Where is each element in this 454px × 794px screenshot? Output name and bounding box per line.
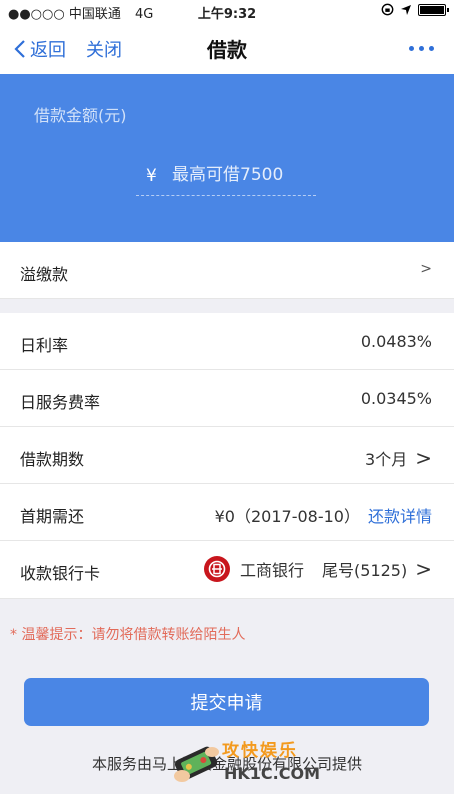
status-icons (381, 3, 449, 16)
term-value: 3个月 (365, 450, 408, 469)
amount-label: 借款金额(元) (34, 106, 127, 125)
more-dot (419, 46, 424, 51)
bank-name: 工商银行 (240, 561, 305, 580)
service-rate-value: 0.0345% (360, 389, 432, 408)
more-dot (429, 46, 434, 51)
bank-card-label: 收款银行卡 (20, 564, 101, 583)
first-repay-label: 首期需还 (20, 507, 85, 526)
page-title: 借款 (207, 38, 247, 62)
amount-input[interactable] (172, 160, 312, 190)
status-bar: ●●○○○ 中国联通 4G 上午9:32 (0, 0, 454, 22)
warm-tip: * 温馨提示：请勿将借款转账给陌生人 (10, 627, 246, 643)
daily-rate-value: 0.0483% (360, 332, 432, 351)
close-button[interactable]: 关闭 (86, 36, 122, 62)
daily-rate-label: 日利率 (20, 336, 69, 355)
icbc-logo-icon (204, 556, 230, 582)
nav-bar: 返回 关闭 借款 (0, 22, 454, 74)
location-icon (401, 4, 411, 15)
card-tail: 尾号(5125) (322, 561, 408, 580)
first-repay-value: ¥0（2017-08-10） (214, 507, 360, 526)
row-first-repay: 首期需还 ¥0（2017-08-10） 还款详情 (0, 484, 454, 541)
overpay-label: 溢缴款 (20, 265, 69, 284)
row-service-rate: 日服务费率 0.0345% (0, 370, 454, 427)
yen-symbol: ¥ (146, 166, 157, 186)
row-term[interactable]: 借款期数 3个月 > (0, 427, 454, 484)
chevron-right-icon: > (420, 261, 432, 277)
chevron-right-icon: > (415, 446, 432, 470)
more-menu-icon[interactable] (409, 46, 434, 51)
repay-details-link[interactable]: 还款详情 (368, 503, 432, 527)
watermark-url: HK1C.COM (224, 764, 321, 783)
back-label: 返回 (30, 40, 66, 61)
service-rate-label: 日服务费率 (20, 393, 101, 412)
watermark-text: 攻快娱乐 (222, 741, 298, 761)
row-daily-rate: 日利率 0.0483% (0, 313, 454, 370)
battery-icon (418, 3, 449, 16)
watermark: 攻快娱乐 HK1C.COM (170, 736, 330, 792)
amount-panel: 借款金额(元) ¥ (0, 74, 454, 242)
back-button[interactable]: 返回 (14, 36, 66, 62)
more-dot (409, 46, 414, 51)
amount-input-wrap: ¥ (136, 160, 316, 196)
term-label: 借款期数 (20, 450, 85, 469)
gamepad-phone-icon (174, 746, 219, 782)
chevron-right-icon: > (415, 557, 432, 581)
rotation-lock-icon (381, 3, 394, 16)
chevron-left-icon (14, 40, 25, 58)
row-bank-card[interactable]: 收款银行卡 工商银行 尾号(5125) > (0, 541, 454, 599)
submit-application-button[interactable]: 提交申请 (24, 678, 429, 726)
row-overpay[interactable]: 溢缴款 > (0, 242, 454, 299)
